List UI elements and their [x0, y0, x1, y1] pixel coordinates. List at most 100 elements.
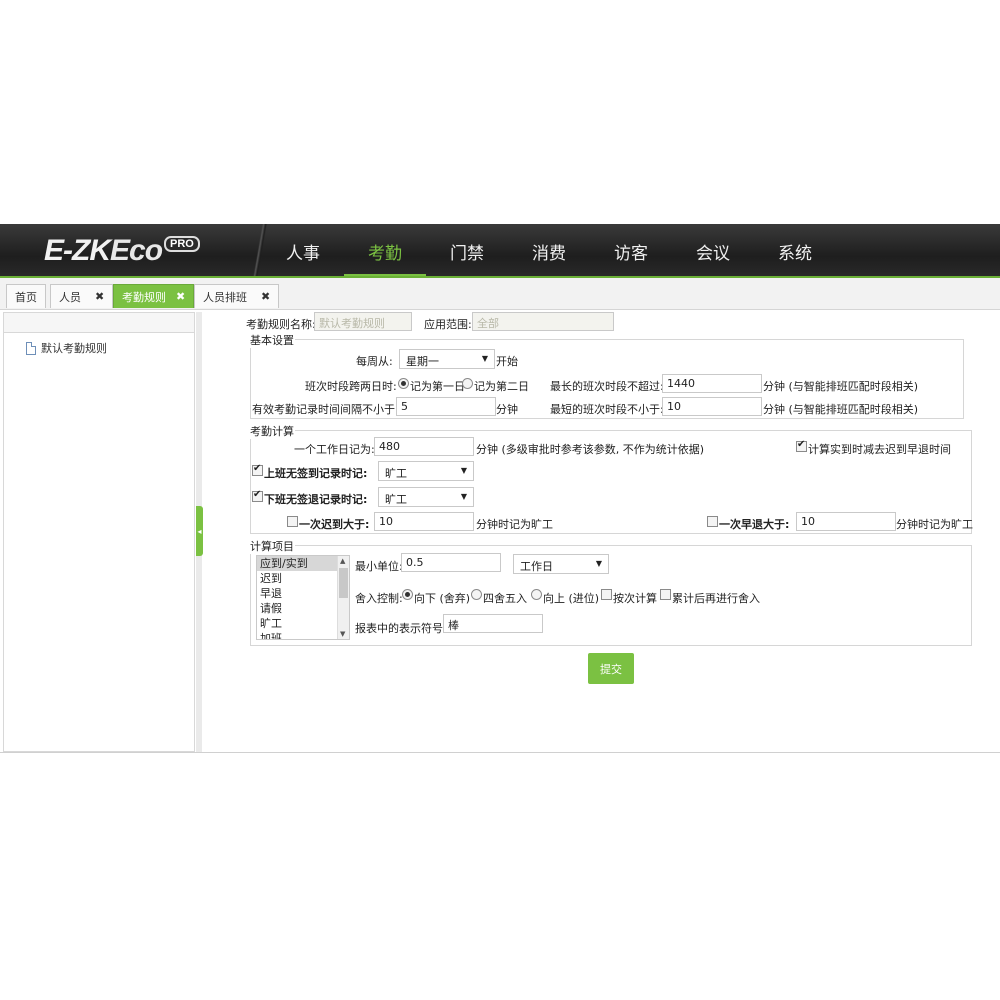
week-start-suffix: 开始	[496, 355, 518, 368]
max-shift-label: 最长的班次时段不超过:	[550, 380, 664, 393]
close-icon[interactable]: ✖	[176, 290, 185, 303]
rule-name-label: 考勤规则名称:	[246, 318, 316, 331]
symbol-label: 报表中的表示符号:	[355, 622, 447, 635]
no-checkout-label: 下班无签退记录时记:	[264, 493, 368, 506]
list-item[interactable]: 加班	[257, 631, 349, 639]
top-header: E-ZKEco PRO 人事 考勤 门禁 消费 访客 会议 系统	[0, 224, 1000, 278]
no-checkout-select[interactable]: 旷工 ▼	[378, 487, 474, 507]
tab-personnel[interactable]: 人员 ✖	[50, 284, 114, 308]
nav-system[interactable]: 系统	[754, 224, 836, 278]
early-absent-suffix: 分钟时记为旷工	[896, 518, 973, 531]
main-nav: 人事 考勤 门禁 消费 访客 会议 系统	[262, 224, 836, 278]
min-shift-label: 最短的班次时段不小于:	[550, 403, 664, 416]
cross-day-label: 班次时段跨两日时:	[305, 380, 397, 393]
min-unit-label: 最小单位:	[355, 560, 403, 573]
list-item[interactable]: 迟到	[257, 571, 349, 586]
round-down-label: 向下 (舍弃)	[414, 592, 471, 605]
early-absent-checkbox[interactable]	[707, 516, 718, 527]
items-legend: 计算项目	[249, 538, 295, 554]
nav-attendance[interactable]: 考勤	[344, 224, 426, 278]
rule-name-input[interactable]: 默认考勤规则	[314, 312, 412, 331]
tab-label: 人员	[59, 290, 81, 304]
record-interval-label: 有效考勤记录时间间隔不小于:	[252, 403, 399, 416]
cross-day-second-radio[interactable]	[462, 378, 473, 389]
per-count-label: 按次计算	[613, 592, 657, 605]
round-half-radio[interactable]	[471, 589, 482, 600]
no-checkin-checkbox[interactable]	[252, 463, 263, 476]
calc-legend: 考勤计算	[249, 423, 295, 439]
no-checkin-label: 上班无签到记录时记:	[264, 467, 368, 480]
dropdown-arrow-icon: ▼	[460, 466, 467, 475]
list-item[interactable]: 旷工	[257, 616, 349, 631]
per-count-checkbox[interactable]	[601, 589, 612, 600]
scope-label: 应用范围:	[424, 318, 472, 331]
tab-label: 首页	[15, 290, 37, 304]
collapse-left-icon[interactable]: ◂	[196, 506, 203, 556]
no-checkout-checkbox[interactable]	[252, 489, 263, 502]
min-shift-input[interactable]: 10	[662, 397, 762, 416]
early-absent-input[interactable]: 10	[796, 512, 896, 531]
submit-button[interactable]: 提交	[588, 653, 634, 684]
week-start-label: 每周从:	[356, 355, 393, 368]
min-unit-input[interactable]: 0.5	[401, 553, 501, 572]
deduct-late-checkbox[interactable]	[796, 439, 807, 452]
scroll-up-icon: ▲	[340, 557, 346, 565]
listbox-scrollbar[interactable]: ▲ ▼	[337, 556, 349, 639]
round-down-radio[interactable]	[402, 589, 413, 600]
deduct-late-label: 计算实到时减去迟到早退时间	[808, 443, 951, 456]
record-interval-input[interactable]: 5	[396, 397, 496, 416]
close-icon[interactable]: ✖	[95, 290, 104, 303]
tab-label: 人员排班	[203, 290, 247, 304]
workday-label: 一个工作日记为:	[294, 443, 375, 456]
workday-suffix: 分钟 (多级审批时参考该参数, 不作为统计依据)	[476, 443, 705, 456]
tab-attendance-rule[interactable]: 考勤规则 ✖	[113, 284, 195, 308]
rounding-label: 舍入控制:	[355, 592, 403, 605]
accumulate-label: 累计后再进行舍入	[672, 592, 760, 605]
min-shift-suffix: 分钟 (与智能排班匹配时段相关)	[763, 403, 919, 416]
round-up-radio[interactable]	[531, 589, 542, 600]
nav-consume[interactable]: 消费	[508, 224, 590, 278]
list-item[interactable]: 早退	[257, 586, 349, 601]
dropdown-arrow-icon: ▼	[481, 354, 488, 363]
calc-items-listbox[interactable]: 应到/实到 迟到 早退 请假 旷工 加班 ▲ ▼	[256, 555, 350, 640]
late-absent-label: 一次迟到大于:	[299, 518, 370, 531]
file-icon	[26, 341, 36, 355]
week-start-select[interactable]: 星期一 ▼	[399, 349, 495, 369]
round-up-label: 向上 (进位)	[543, 592, 600, 605]
list-item[interactable]: 应到/实到	[257, 556, 349, 571]
cross-day-first-radio[interactable]	[398, 378, 409, 389]
cross-day-first-label: 记为第一日	[410, 380, 465, 393]
tab-bar: 首页 人员 ✖ 考勤规则 ✖ 人员排班 ✖	[0, 278, 1000, 310]
nav-visitor[interactable]: 访客	[590, 224, 672, 278]
workday-input[interactable]: 480	[374, 437, 474, 456]
late-absent-suffix: 分钟时记为旷工	[476, 518, 553, 531]
late-absent-input[interactable]: 10	[374, 512, 474, 531]
late-absent-checkbox[interactable]	[287, 516, 298, 527]
round-half-label: 四舍五入	[483, 592, 527, 605]
record-interval-suffix: 分钟	[496, 403, 518, 416]
tab-shift-schedule[interactable]: 人员排班 ✖	[194, 284, 280, 308]
rule-tree-panel: 默认考勤规则	[3, 312, 195, 752]
accumulate-checkbox[interactable]	[660, 589, 671, 600]
unit-select[interactable]: 工作日 ▼	[513, 554, 609, 574]
dropdown-arrow-icon: ▼	[595, 559, 602, 568]
max-shift-suffix: 分钟 (与智能排班匹配时段相关)	[763, 380, 919, 393]
dropdown-arrow-icon: ▼	[460, 492, 467, 501]
scope-input[interactable]: 全部	[472, 312, 614, 331]
early-absent-label: 一次早退大于:	[719, 518, 790, 531]
tab-label: 考勤规则	[122, 290, 166, 304]
symbol-input[interactable]: 棒	[443, 614, 543, 633]
list-item[interactable]: 请假	[257, 601, 349, 616]
max-shift-input[interactable]: 1440	[662, 374, 762, 393]
ezkeco-logo: E-ZKEco PRO	[44, 234, 200, 268]
nav-personnel[interactable]: 人事	[262, 224, 344, 278]
nav-access[interactable]: 门禁	[426, 224, 508, 278]
scroll-down-icon: ▼	[340, 630, 346, 638]
tab-home[interactable]: 首页	[6, 284, 46, 308]
tree-node-default-rule[interactable]: 默认考勤规则	[26, 340, 107, 356]
close-icon[interactable]: ✖	[261, 290, 270, 303]
cross-day-second-label: 记为第二日	[474, 380, 529, 393]
no-checkin-select[interactable]: 旷工 ▼	[378, 461, 474, 481]
nav-meeting[interactable]: 会议	[672, 224, 754, 278]
basic-settings-legend: 基本设置	[249, 332, 295, 348]
